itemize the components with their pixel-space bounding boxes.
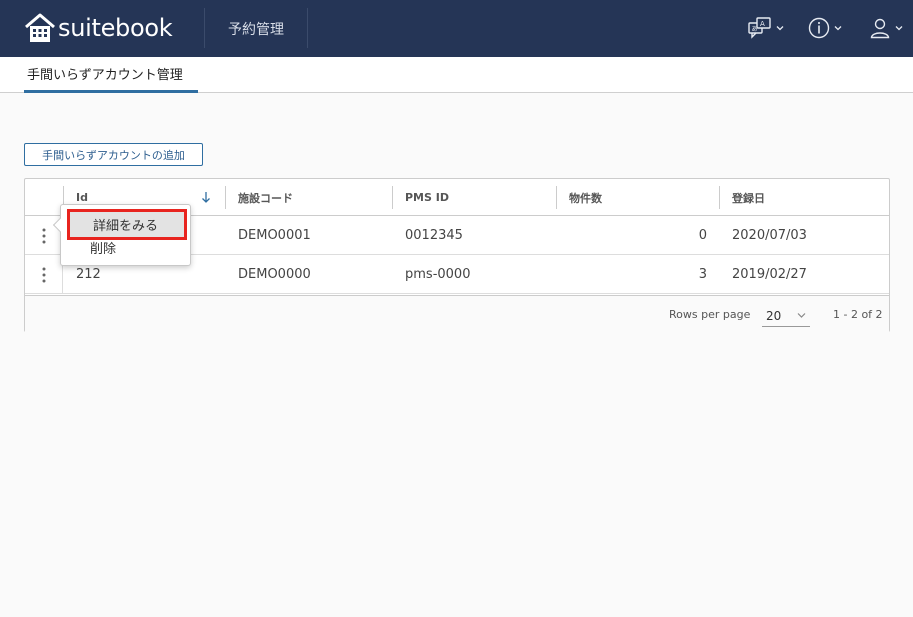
chevron-down-icon	[895, 26, 903, 31]
tab-account-management[interactable]: 手間いらずアカウント管理	[24, 57, 198, 93]
column-separator[interactable]	[719, 186, 720, 209]
datagrid-footer: Rows per page 20 1 - 2 of 2	[25, 295, 889, 332]
cell-facility-code: DEMO0001	[238, 228, 311, 243]
svg-text:あ: あ	[752, 26, 758, 33]
info-icon	[808, 17, 830, 39]
chevron-down-icon	[776, 26, 784, 31]
svg-text:A: A	[760, 20, 765, 28]
column-separator[interactable]	[556, 186, 557, 209]
user-menu[interactable]	[869, 14, 903, 42]
header-divider	[307, 8, 308, 48]
rows-per-page-value: 20	[766, 309, 782, 323]
cell-property-count: 3	[698, 267, 707, 282]
pagination-range: 1 - 2 of 2	[833, 308, 883, 321]
cell-pms-id: pms-0000	[405, 267, 471, 282]
column-header-facility-code[interactable]: 施設コード	[238, 179, 293, 216]
house-logo-icon	[25, 13, 55, 42]
cell-facility-code: DEMO0000	[238, 267, 311, 282]
row-actions-button[interactable]	[25, 255, 63, 294]
column-header-pms-id[interactable]: PMS ID	[405, 179, 449, 216]
rows-per-page-select[interactable]: 20	[762, 306, 810, 327]
column-header-registered-date[interactable]: 登録日	[732, 179, 765, 216]
column-header-property-count[interactable]: 物件数	[569, 179, 602, 216]
header-divider	[204, 8, 205, 48]
column-separator[interactable]	[392, 186, 393, 209]
menu-item-delete[interactable]: 削除	[61, 236, 190, 258]
subnav-tabbar: 手間いらずアカウント管理	[0, 57, 913, 93]
logo[interactable]: suitebook	[24, 8, 173, 48]
top-header: suitebook 予約管理 A あ	[0, 0, 913, 57]
cell-registered-date: 2020/07/03	[732, 228, 807, 243]
info-menu[interactable]	[808, 14, 842, 42]
cell-registered-date: 2019/02/27	[732, 267, 807, 282]
column-separator[interactable]	[225, 186, 226, 209]
cell-property-count: 0	[698, 228, 707, 243]
language-menu[interactable]: A あ	[748, 14, 784, 42]
logo-text: suitebook	[58, 14, 173, 42]
more-vertical-icon	[42, 267, 45, 282]
more-vertical-icon	[42, 228, 45, 243]
nav-item-reservations[interactable]: 予約管理	[206, 0, 306, 57]
sort-descending-arrow-icon[interactable]	[201, 191, 211, 204]
cell-pms-id: 0012345	[405, 228, 463, 243]
user-icon	[870, 18, 890, 39]
chevron-down-icon	[834, 26, 842, 31]
translate-icon: A あ	[748, 17, 771, 39]
rows-per-page-label: Rows per page	[669, 308, 751, 321]
add-account-button[interactable]: 手間いらずアカウントの追加	[24, 143, 203, 166]
row-action-menu: 詳細をみる 削除	[52, 204, 191, 266]
chevron-down-icon	[797, 313, 806, 318]
